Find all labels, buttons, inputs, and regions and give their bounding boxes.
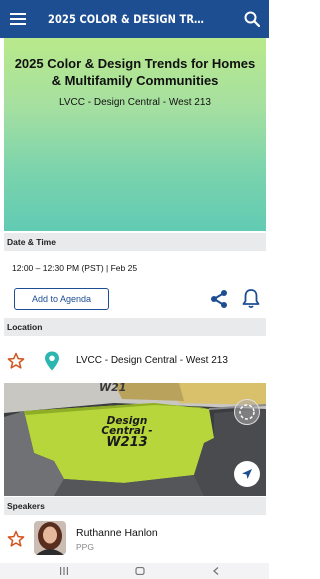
speakers-header: Speakers bbox=[4, 497, 266, 515]
location-pin-icon bbox=[45, 351, 59, 371]
recent-apps-button[interactable] bbox=[52, 563, 76, 579]
search-icon bbox=[244, 11, 260, 27]
system-nav-bar bbox=[0, 563, 269, 579]
location-row[interactable]: LVCC - Design Central - West 213 bbox=[4, 343, 266, 381]
bell-icon bbox=[242, 289, 260, 309]
back-button[interactable] bbox=[204, 563, 228, 579]
add-to-agenda-button[interactable]: Add to Agenda bbox=[14, 288, 109, 310]
star-icon[interactable] bbox=[7, 530, 25, 548]
speaker-item[interactable]: Ruthanne Hanlon PPG bbox=[4, 517, 266, 561]
home-icon bbox=[135, 567, 145, 575]
star-icon[interactable] bbox=[7, 352, 25, 370]
page-title: 2025 COLOR & DESIGN TRENDS FOR HOME... bbox=[48, 12, 207, 26]
share-icon bbox=[211, 290, 227, 308]
location-header: Location bbox=[4, 318, 266, 336]
reminder-button[interactable] bbox=[242, 288, 260, 309]
session-banner: 2025 Color & Design Trends for Homes & M… bbox=[4, 38, 266, 231]
locate-icon bbox=[242, 469, 252, 479]
date-time-header: Date & Time bbox=[4, 233, 266, 251]
back-icon bbox=[213, 567, 219, 575]
speaker-organization: PPG bbox=[76, 542, 94, 552]
location-name: LVCC - Design Central - West 213 bbox=[76, 355, 228, 366]
menu-icon bbox=[10, 13, 26, 25]
share-button[interactable] bbox=[209, 289, 229, 309]
recent-apps-icon bbox=[60, 567, 68, 575]
menu-button[interactable] bbox=[0, 0, 36, 38]
compass-button[interactable] bbox=[234, 399, 260, 425]
compass-icon bbox=[239, 404, 255, 420]
session-datetime: 12:00 – 12:30 PM (PST) | Feb 25 bbox=[12, 263, 138, 273]
app-bar: 2025 COLOR & DESIGN TRENDS FOR HOME... bbox=[0, 0, 269, 38]
session-location-subtitle: LVCC - Design Central - West 213 bbox=[59, 97, 211, 108]
speaker-name: Ruthanne Hanlon bbox=[76, 527, 158, 539]
home-button[interactable] bbox=[128, 563, 152, 579]
session-title: 2025 Color & Design Trends for Homes & M… bbox=[14, 56, 256, 88]
map-room-label-line3: W213 bbox=[106, 435, 148, 450]
venue-map[interactable]: W21 Design Central - W213 bbox=[4, 383, 266, 496]
speaker-avatar bbox=[34, 521, 66, 555]
map-room-label: Design Central - W213 bbox=[92, 416, 162, 449]
map-room-label-partial: W21 bbox=[99, 383, 127, 394]
locate-me-button[interactable] bbox=[234, 461, 260, 487]
search-button[interactable] bbox=[235, 0, 269, 38]
